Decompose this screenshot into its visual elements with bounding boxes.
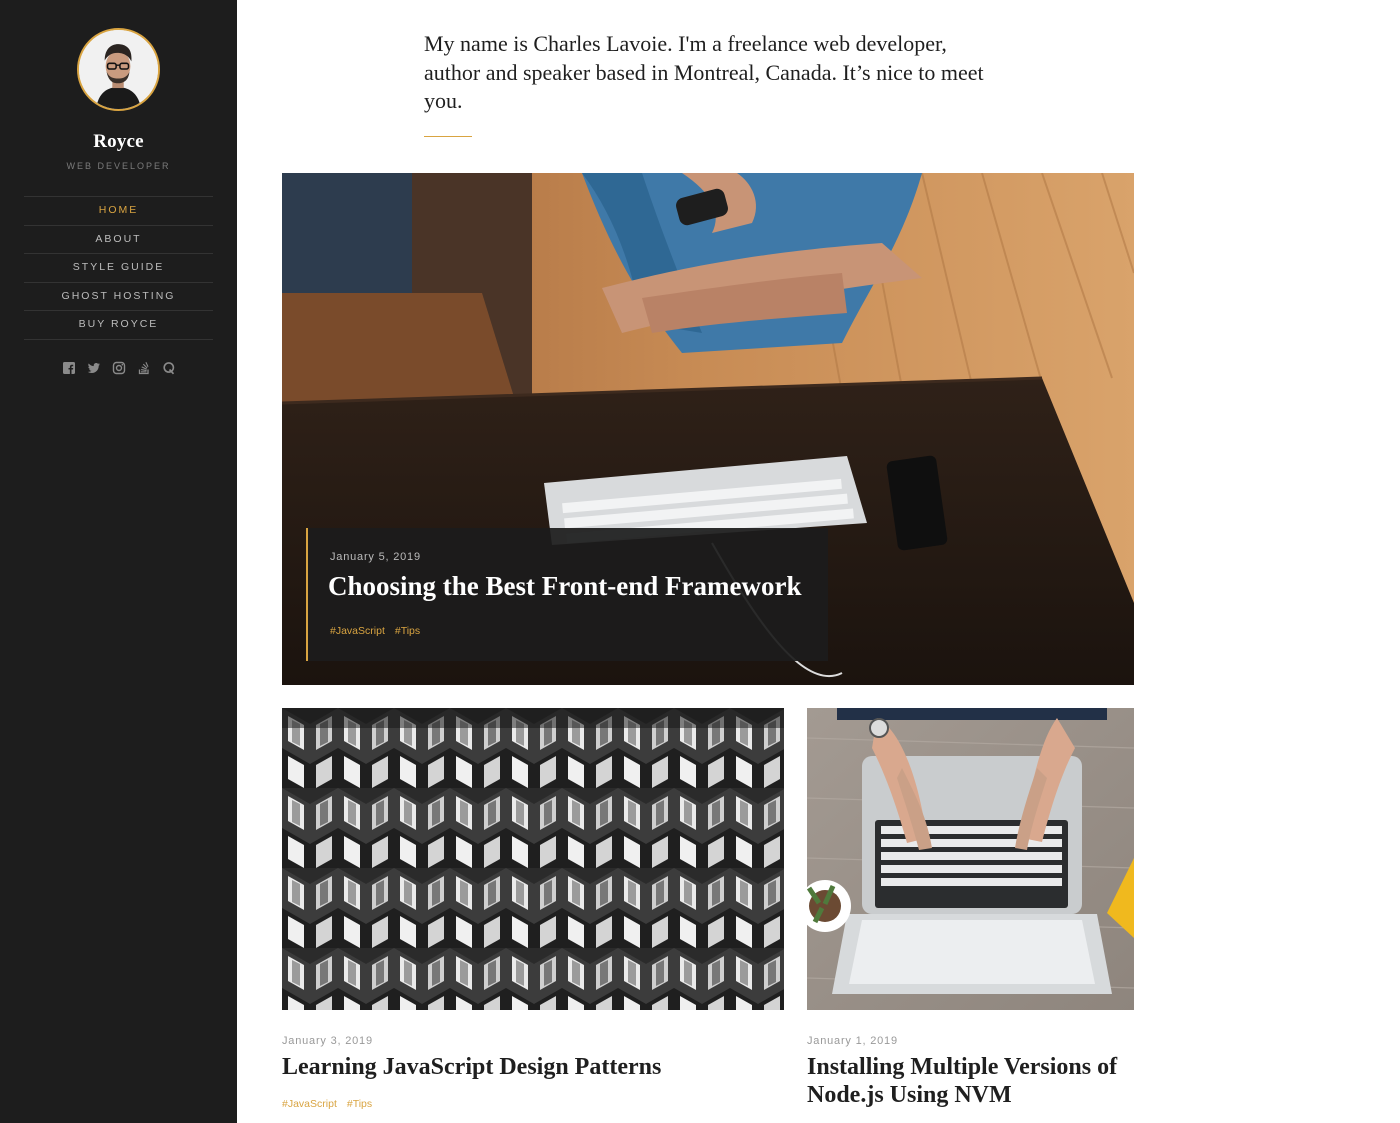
post-title[interactable]: Learning JavaScript Design Patterns xyxy=(282,1053,784,1081)
nav-item-buy-royce[interactable]: BUY ROYCE xyxy=(24,311,213,340)
post-tags: #JavaScript #Tips xyxy=(282,1098,372,1110)
tag-tips[interactable]: #Tips xyxy=(347,1098,372,1110)
tag-javascript[interactable]: #JavaScript xyxy=(330,625,385,637)
post-thumbnail-design-patterns[interactable] xyxy=(282,708,784,1010)
stackoverflow-icon[interactable] xyxy=(137,361,151,375)
featured-post-date: January 5, 2019 xyxy=(330,551,421,563)
tag-tips[interactable]: #Tips xyxy=(395,625,420,637)
main-nav: HOME ABOUT STYLE GUIDE GHOST HOSTING BUY… xyxy=(24,196,213,340)
instagram-icon[interactable] xyxy=(112,361,126,375)
nav-item-style-guide[interactable]: STYLE GUIDE xyxy=(24,254,213,283)
featured-post-card: January 5, 2019 Choosing the Best Front-… xyxy=(306,528,828,661)
social-links xyxy=(0,361,237,375)
intro-divider xyxy=(424,136,472,137)
post-thumbnail-nvm[interactable] xyxy=(807,708,1134,1010)
quora-icon[interactable] xyxy=(162,361,176,375)
sidebar: Royce WEB DEVELOPER HOME ABOUT STYLE GUI… xyxy=(0,0,237,1123)
nav-item-home[interactable]: HOME xyxy=(24,197,213,226)
intro-text: My name is Charles Lavoie. I'm a freelan… xyxy=(424,31,984,113)
site-name[interactable]: Royce xyxy=(0,131,237,153)
avatar-portrait-image xyxy=(79,30,158,109)
facebook-icon[interactable] xyxy=(62,361,76,375)
post-date: January 3, 2019 xyxy=(282,1035,373,1047)
nav-item-ghost-hosting[interactable]: GHOST HOSTING xyxy=(24,283,213,311)
featured-post-tags: #JavaScript #Tips xyxy=(330,625,420,637)
twitter-icon[interactable] xyxy=(87,361,101,375)
post-title[interactable]: Installing Multiple Versions of Node.js … xyxy=(807,1053,1127,1109)
featured-post-title[interactable]: Choosing the Best Front-end Framework xyxy=(328,571,801,602)
nav-item-about[interactable]: ABOUT xyxy=(24,226,213,254)
post-date: January 1, 2019 xyxy=(807,1035,898,1047)
tag-javascript[interactable]: #JavaScript xyxy=(282,1098,337,1110)
site-role: WEB DEVELOPER xyxy=(66,161,171,171)
avatar[interactable] xyxy=(77,28,160,111)
